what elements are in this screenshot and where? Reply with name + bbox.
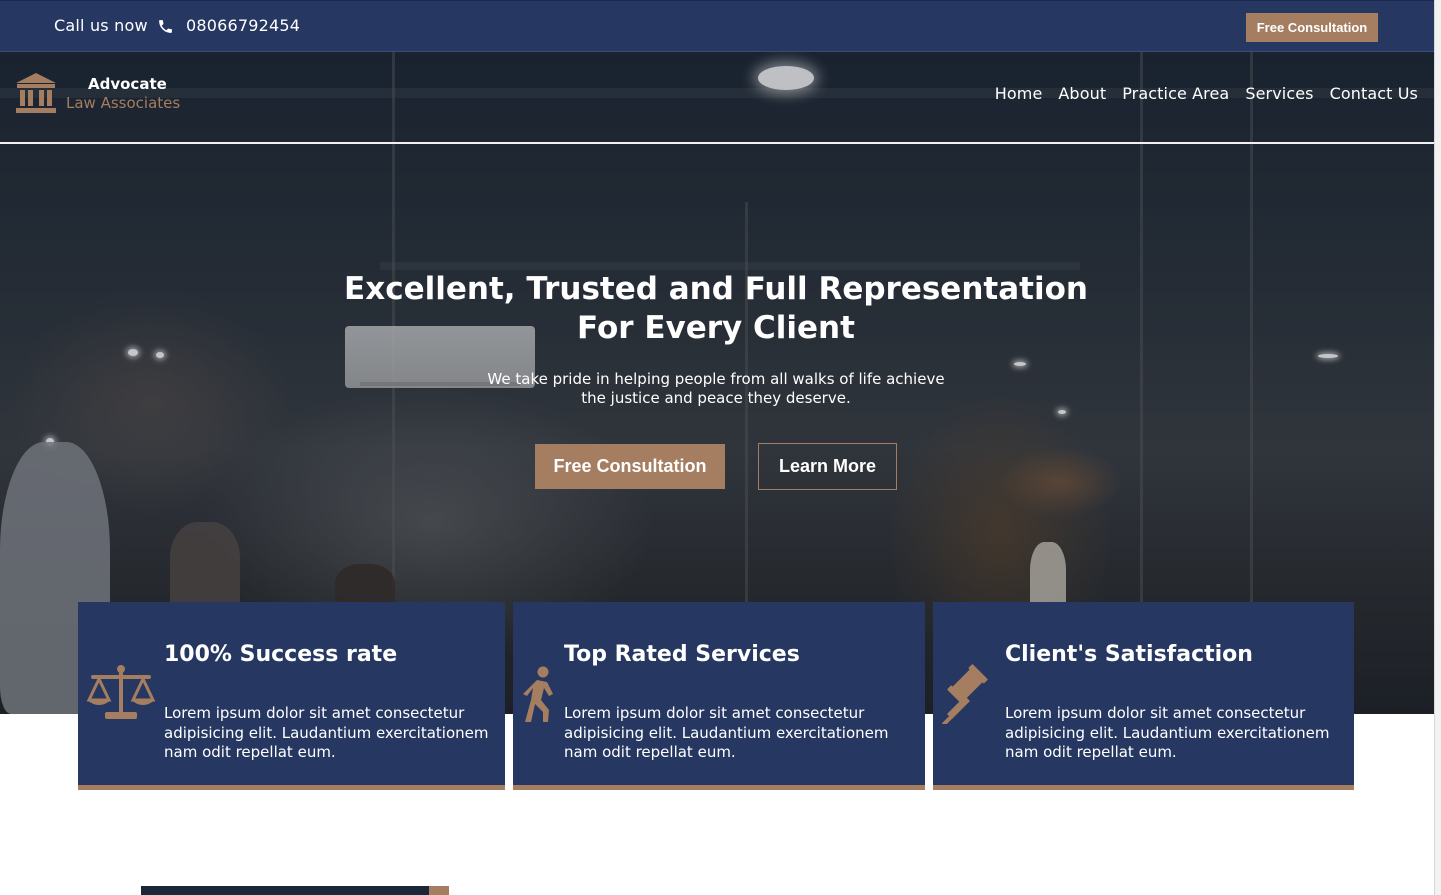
feature-title: 100% Success rate: [164, 642, 398, 667]
feature-card-success: 100% Success rate Lorem ipsum dolor sit …: [78, 602, 505, 790]
hero-subtitle: We take pride in helping people from all…: [440, 370, 992, 408]
feature-card-satisfaction: Client's Satisfaction Lorem ipsum dolor …: [933, 602, 1354, 790]
hero-title-line2: For Every Client: [577, 310, 855, 346]
phone-icon: [159, 20, 172, 33]
feature-title: Top Rated Services: [564, 642, 800, 667]
courthouse-icon[interactable]: [14, 71, 58, 115]
nav-home[interactable]: Home: [995, 84, 1043, 103]
top-free-consultation-button[interactable]: Free Consultation: [1246, 13, 1378, 42]
walking-person-icon: [523, 666, 553, 722]
feature-text: Lorem ipsum dolor sit amet consectetur a…: [1005, 704, 1330, 761]
call-label: Call us now: [54, 16, 148, 35]
nav-practice-area[interactable]: Practice Area: [1122, 84, 1229, 103]
about-image: [141, 886, 449, 895]
logo-title[interactable]: Advocate: [88, 75, 167, 93]
scales-icon: [86, 665, 156, 719]
feature-title: Client's Satisfaction: [1005, 642, 1253, 667]
feature-text: Lorem ipsum dolor sit amet consectetur a…: [164, 704, 489, 761]
feature-card-services: Top Rated Services Lorem ipsum dolor sit…: [513, 602, 925, 790]
nav-about[interactable]: About: [1058, 84, 1106, 103]
nav-contact-us[interactable]: Contact Us: [1330, 84, 1418, 103]
about-image-accent: [429, 886, 449, 895]
header-divider: [0, 142, 1434, 144]
hero-title-line1: Excellent, Trusted and Full Representati…: [344, 271, 1088, 307]
feature-text: Lorem ipsum dolor sit amet consectetur a…: [564, 704, 889, 761]
phone-number-link[interactable]: 08066792454: [186, 16, 300, 35]
gavel-icon: [942, 664, 988, 724]
logo-subtitle[interactable]: Law Associates: [66, 94, 180, 112]
hero-title: Excellent, Trusted and Full Representati…: [300, 270, 1132, 348]
main-nav: Home About Practice Area Services Contac…: [995, 84, 1418, 103]
page: Call us now 08066792454 Free Consultatio…: [0, 0, 1434, 895]
hero-subtitle-line2: the justice and peace they deserve.: [581, 389, 851, 407]
top-bar: Call us now 08066792454 Free Consultatio…: [0, 0, 1434, 52]
scrollbar-track[interactable]: [1434, 0, 1441, 895]
hero-subtitle-line1: We take pride in helping people from all…: [487, 370, 945, 388]
nav-services[interactable]: Services: [1245, 84, 1313, 103]
hero-free-consultation-button[interactable]: Free Consultation: [535, 444, 725, 489]
hero-learn-more-button[interactable]: Learn More: [758, 443, 897, 490]
